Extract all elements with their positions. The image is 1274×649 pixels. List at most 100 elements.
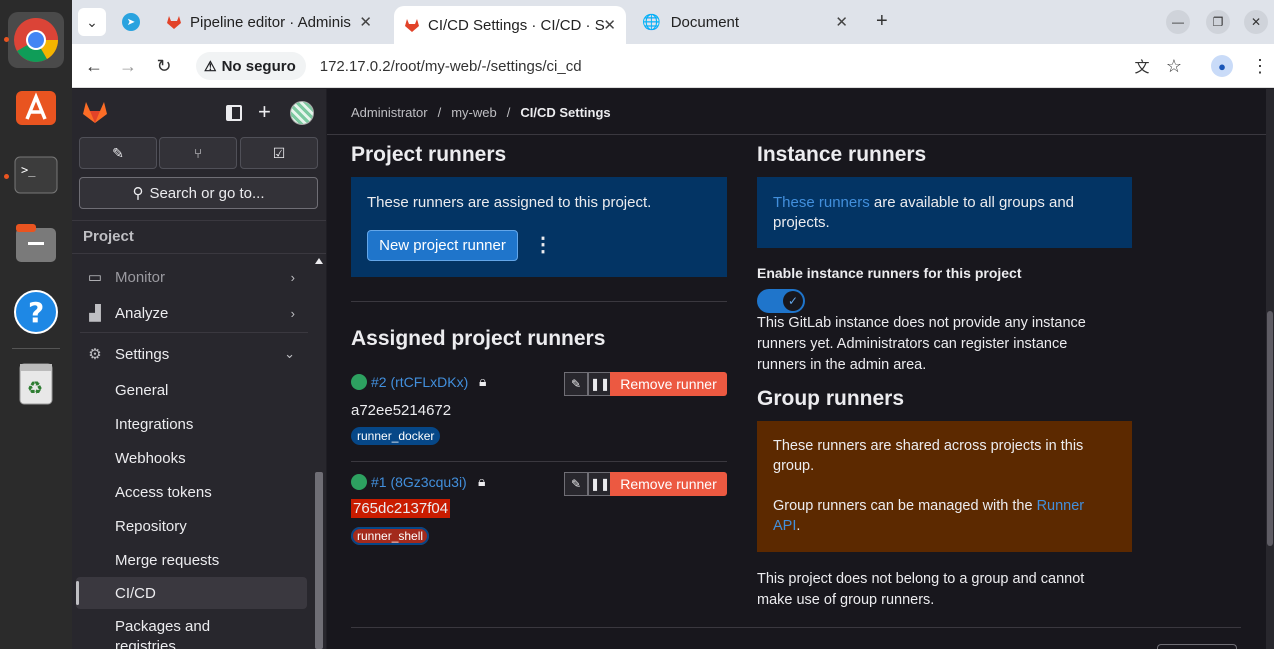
back-icon[interactable]: ← bbox=[82, 54, 106, 78]
main-scrollbar[interactable] bbox=[1266, 89, 1274, 649]
sidebar-item-packages[interactable]: Packages and registries bbox=[76, 611, 307, 649]
breadcrumb-item[interactable]: my-web bbox=[451, 105, 497, 120]
remove-runner-button[interactable]: Remove runner bbox=[610, 472, 727, 496]
edit-runner-button[interactable]: ✎ bbox=[564, 372, 588, 396]
chevron-right-icon: › bbox=[290, 305, 295, 321]
avatar[interactable] bbox=[290, 101, 314, 125]
runner-item: #2 (rtCFLxDKx) 🔒︎ ✎ ❚❚ Remove runner a72… bbox=[351, 372, 727, 452]
instance-runners-link[interactable]: These runners bbox=[773, 194, 870, 211]
chrome-icon[interactable] bbox=[8, 12, 64, 68]
search-button[interactable]: ⚲ Search or go to... bbox=[79, 177, 318, 209]
pencil-icon: ✎ bbox=[570, 377, 582, 391]
telegram-tab-icon[interactable]: ➤ bbox=[122, 13, 140, 31]
group-runners-api-post: . bbox=[796, 518, 801, 534]
group-runners-info-text: These runners are shared across projects… bbox=[773, 438, 1084, 474]
url-text[interactable]: 172.17.0.2/root/my-web/-/settings/ci_cd bbox=[320, 58, 582, 75]
sidebar-item-analyze[interactable]: ▟ Analyze › bbox=[76, 297, 307, 329]
dock-separator bbox=[12, 348, 60, 349]
project-runners-title: Project runners bbox=[351, 143, 507, 166]
sidebar-item-integrations[interactable]: Integrations bbox=[76, 408, 307, 440]
close-window-icon[interactable]: ✕ bbox=[1244, 10, 1268, 34]
group-runners-api-text: Group runners can be managed with the Ru… bbox=[773, 496, 1108, 536]
search-label: Search or go to... bbox=[149, 184, 265, 202]
todo-icon: ☑ bbox=[272, 144, 286, 161]
sidebar-scroll-thumb[interactable] bbox=[315, 472, 323, 649]
files-icon[interactable] bbox=[8, 215, 64, 271]
close-tab-icon[interactable]: ✕ bbox=[603, 16, 616, 34]
runner-link[interactable]: #2 (rtCFLxDKx) bbox=[371, 374, 468, 390]
help-icon[interactable]: ? bbox=[8, 284, 64, 340]
gear-icon: ⚙ bbox=[88, 346, 102, 363]
breadcrumb: Administrator / my-web / CI/CD Settings bbox=[351, 105, 611, 120]
trash-icon[interactable]: ♻ bbox=[8, 355, 64, 411]
sidebar-item-label: Merge requests bbox=[115, 551, 220, 569]
warning-icon: ⚠ bbox=[204, 57, 217, 74]
tab-cicd-settings[interactable]: CI/CD Settings · CI/CD · S ✕ bbox=[394, 6, 626, 44]
tab-document[interactable]: 🌐 Document ✕ bbox=[632, 6, 858, 38]
main-scroll-thumb[interactable] bbox=[1267, 311, 1273, 546]
section-divider bbox=[351, 461, 727, 462]
sidebar-item-repository[interactable]: Repository bbox=[76, 510, 307, 542]
runner-link[interactable]: #1 (8Gz3cqu3i) bbox=[371, 474, 467, 490]
new-project-runner-button[interactable]: New project runner bbox=[367, 230, 518, 261]
bookmark-star-icon[interactable]: ☆ bbox=[1162, 54, 1186, 78]
maximize-icon[interactable]: ❐ bbox=[1206, 10, 1230, 34]
sidebar-item-merge-requests[interactable]: Merge requests bbox=[76, 544, 307, 576]
chart-icon: ▟ bbox=[89, 305, 101, 322]
pause-runner-button[interactable]: ❚❚ bbox=[588, 372, 612, 396]
issues-button[interactable]: ✎ bbox=[79, 137, 157, 169]
reload-icon[interactable]: ↻ bbox=[152, 54, 176, 78]
sidebar-item-webhooks[interactable]: Webhooks bbox=[76, 442, 307, 474]
breadcrumb-item[interactable]: Administrator bbox=[351, 105, 428, 120]
forward-icon[interactable]: → bbox=[116, 54, 140, 78]
sidebar-item-general[interactable]: General bbox=[76, 374, 307, 406]
main-content: Administrator / my-web / CI/CD Settings … bbox=[327, 89, 1266, 649]
terminal-icon[interactable]: >_ bbox=[8, 147, 64, 203]
sidebar-item-label: Analyze bbox=[115, 304, 169, 322]
sidebar-toggle-icon[interactable] bbox=[226, 105, 242, 121]
more-actions-icon[interactable]: ⋮ bbox=[533, 232, 553, 257]
merge-requests-button[interactable]: ⑂ bbox=[159, 137, 237, 169]
scroll-up-icon[interactable] bbox=[315, 258, 323, 264]
minimize-icon[interactable]: — bbox=[1166, 10, 1190, 34]
sidebar-item-cicd[interactable]: CI/CD bbox=[76, 577, 307, 609]
profile-icon[interactable]: ● bbox=[1210, 54, 1234, 78]
tab-pipeline-editor[interactable]: Pipeline editor · Adminis ✕ bbox=[156, 6, 382, 38]
lock-icon: 🔒︎ bbox=[479, 373, 487, 389]
pause-runner-button[interactable]: ❚❚ bbox=[588, 472, 612, 496]
translate-icon[interactable]: ⽂ bbox=[1130, 54, 1154, 78]
sidebar-scrollbar[interactable] bbox=[312, 254, 326, 649]
pause-icon: ❚❚ bbox=[589, 377, 611, 391]
merge-request-icon: ⑂ bbox=[194, 145, 202, 161]
browser-address-bar: ← → ↻ ⚠ No seguro 172.17.0.2/root/my-web… bbox=[72, 44, 1274, 88]
instance-runners-info: These runners are available to all group… bbox=[757, 177, 1132, 248]
app-center-icon[interactable] bbox=[8, 78, 64, 134]
gitlab-tab-icon bbox=[167, 16, 181, 29]
section-divider bbox=[351, 627, 1241, 628]
omnibox[interactable]: ⚠ No seguro 172.17.0.2/root/my-web/-/set… bbox=[192, 50, 1200, 82]
gitlab-logo-icon[interactable] bbox=[82, 100, 108, 129]
monitor-icon: ▭ bbox=[87, 269, 103, 286]
tab-search-button[interactable]: ⌄ bbox=[78, 8, 106, 36]
sidebar-item-label: Settings bbox=[115, 345, 170, 363]
project-runners-info-text: These runners are assigned to this proje… bbox=[367, 194, 652, 211]
remove-runner-button[interactable]: Remove runner bbox=[610, 372, 727, 396]
instance-runners-toggle-label: Enable instance runners for this project bbox=[757, 265, 1022, 281]
browser-menu-icon[interactable]: ⋮ bbox=[1248, 54, 1272, 78]
next-section-button[interactable] bbox=[1157, 644, 1237, 649]
breadcrumb-current[interactable]: CI/CD Settings bbox=[520, 105, 610, 120]
sidebar-item-access-tokens[interactable]: Access tokens bbox=[76, 476, 307, 508]
sidebar-item-settings[interactable]: ⚙ Settings ⌄ bbox=[76, 338, 307, 370]
edit-runner-button[interactable]: ✎ bbox=[564, 472, 588, 496]
new-tab-icon[interactable]: + bbox=[876, 10, 888, 33]
sidebar-item-label: General bbox=[115, 381, 169, 399]
create-new-icon[interactable]: + bbox=[258, 99, 271, 125]
todos-button[interactable]: ☑ bbox=[240, 137, 318, 169]
close-tab-icon[interactable]: ✕ bbox=[359, 13, 372, 31]
instance-runners-toggle[interactable]: ✓ bbox=[757, 289, 805, 313]
sidebar-item-monitor[interactable]: ▭ Monitor › bbox=[76, 261, 307, 293]
security-chip[interactable]: ⚠ No seguro bbox=[196, 52, 306, 80]
assigned-runners-title: Assigned project runners bbox=[351, 327, 606, 350]
close-tab-icon[interactable]: ✕ bbox=[835, 13, 848, 31]
sidebar-item-label: Access tokens bbox=[115, 483, 212, 501]
